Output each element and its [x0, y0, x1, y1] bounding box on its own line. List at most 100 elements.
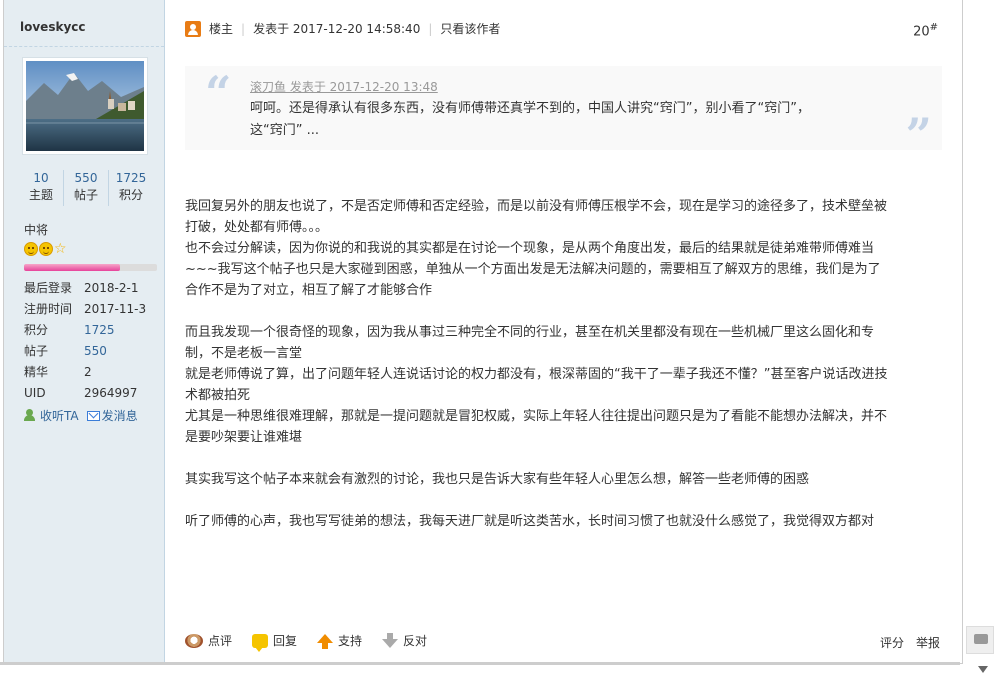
user-actions: 收听TA 发消息 — [24, 407, 138, 424]
separator: | — [428, 21, 433, 36]
divider — [0, 662, 960, 665]
comment-button[interactable]: 点评 — [185, 632, 232, 649]
author-only-link[interactable]: 只看该作者 — [440, 20, 500, 37]
quote-line: 呵呵。还是得承认有很多东西，没有师傅带还真学不到的，中国人讲究“窍门”，别小看了… — [250, 101, 810, 116]
info-value: 2018-2-1 — [84, 281, 139, 295]
post-content: 楼主 | 发表于 2017-12-20 14:58:40 | 只看该作者 20#… — [165, 0, 962, 662]
add-friend-icon — [24, 409, 38, 422]
quote-line: 这“窍门” ... — [250, 123, 319, 138]
info-value: 2964997 — [84, 386, 138, 400]
user-rank: 中将 — [24, 223, 49, 237]
info-value[interactable]: 550 — [84, 342, 107, 363]
stat-label: 积分 — [118, 188, 143, 202]
info-key: 注册时间 — [24, 302, 73, 316]
follow-label: 收听TA — [40, 409, 79, 423]
separator: | — [241, 21, 246, 36]
coffee-cup-icon — [185, 633, 203, 648]
post-admin-actions: 评分 举报 — [880, 634, 940, 651]
smiley-icon — [24, 242, 38, 256]
floor-number[interactable]: 20# — [913, 22, 938, 39]
quick-reply-icon[interactable] — [966, 626, 994, 654]
stat-label: 主题 — [28, 188, 53, 202]
post-body: 我回复另外的朋友也说了，不是否定师傅和否定经验，而是以前没有师傅压根学不会，现在… — [185, 196, 925, 532]
quote-block: “ 滚刀鱼 发表于 2017-12-20 13:48 呵呵。还是得承认有很多东西… — [185, 66, 942, 158]
info-key: 精华 — [24, 365, 49, 379]
avatar[interactable] — [22, 57, 148, 155]
stat-posts[interactable]: 550 帖子 — [64, 170, 109, 206]
user-sidebar: loveskycc 10 主题 550 帖子 1725 积分 中将 ☆ 最后登录… — [4, 0, 165, 662]
stat-value: 10 — [33, 171, 49, 185]
body-line: 制，不是老板一言堂 — [185, 346, 303, 361]
body-line: 打破，处处都有师傅。。。 — [185, 220, 329, 235]
body-line: 其实我写这个帖子本来就会有激烈的讨论，我也只是告诉大家有些年轻人心里怎么想，解答… — [185, 472, 810, 487]
stat-topics[interactable]: 10 主题 — [19, 170, 64, 206]
reply-label: 回复 — [273, 634, 298, 648]
body-line: 听了师傅的心声，我也写写徒弟的想法，我每天进厂就是听这类苦水，长时间习惯了也就没… — [185, 514, 875, 529]
speech-bubble-icon — [252, 633, 269, 652]
stat-value: 1725 — [115, 171, 147, 185]
post-header: 楼主 | 发表于 2017-12-20 14:58:40 | 只看该作者 — [185, 20, 500, 37]
follow-button[interactable]: 收听TA — [24, 407, 79, 424]
smiley-icon — [39, 242, 53, 256]
info-value: 2 — [84, 365, 92, 379]
star-icon: ☆ — [54, 241, 67, 257]
arrow-up-icon — [317, 634, 334, 649]
body-line: ~~~我写这个帖子也只是大家碰到困惑，单独从一个方面出发是无法解决问题的，需要相… — [185, 262, 881, 277]
quote-text: 呵呵。还是得承认有很多东西，没有师傅带还真学不到的，中国人讲究“窍门”，别小看了… — [250, 98, 870, 142]
body-line: 术都被拍死 — [185, 388, 251, 403]
quote-source-link[interactable]: 滚刀鱼 发表于 2017-12-20 13:48 — [250, 78, 438, 95]
stat-credits[interactable]: 1725 积分 — [109, 170, 153, 206]
info-row: 积分 1725 — [24, 321, 146, 342]
owner-label: 楼主 — [209, 22, 234, 36]
stat-label: 帖子 — [73, 188, 98, 202]
info-row: 帖子 550 — [24, 342, 146, 363]
post-actions: 点评 回复 支持 反对 — [185, 632, 427, 652]
message-button[interactable]: 发消息 — [86, 407, 138, 424]
floor-value: 20 — [913, 24, 930, 40]
scroll-down-icon[interactable] — [978, 666, 988, 673]
quote-close-icon: ” — [905, 108, 932, 162]
body-line: 就是老师傅说了算，出了问题年轻人连说话讨论的权力都没有，根深蒂固的“我干了一辈子… — [185, 367, 888, 382]
support-label: 支持 — [338, 634, 363, 648]
rank-progress-bar — [24, 264, 157, 271]
user-stats: 10 主题 550 帖子 1725 积分 — [19, 170, 153, 206]
info-row: 精华 2 — [24, 363, 146, 384]
info-row: UID 2964997 — [24, 384, 146, 405]
info-key: UID — [24, 386, 46, 400]
body-line: 我回复另外的朋友也说了，不是否定师傅和否定经验，而是以前没有师傅压根学不会，现在… — [185, 199, 888, 214]
message-label: 发消息 — [101, 409, 138, 423]
rank-progress-fill — [24, 264, 120, 271]
body-line: 而且我发现一个很奇怪的现象，因为我从事过三种完全不同的行业，甚至在机关里都没有现… — [185, 325, 875, 340]
oppose-label: 反对 — [403, 634, 428, 648]
comment-label: 点评 — [208, 634, 233, 648]
info-value: 2017-11-3 — [84, 302, 147, 316]
info-row: 最后登录 2018-2-1 — [24, 279, 146, 300]
body-line: 也不会过分解读，因为你说的和我说的其实都是在讨论一个现象，是从两个角度出发，最后… — [185, 241, 875, 256]
report-link[interactable]: 举报 — [916, 634, 940, 651]
body-line: 合作不是为了对立，相互了解了才能够合作 — [185, 283, 433, 298]
info-key: 帖子 — [24, 344, 49, 358]
owner-icon — [185, 20, 201, 37]
support-button[interactable]: 支持 — [317, 632, 362, 649]
quote-open-icon: “ — [205, 66, 232, 120]
stat-value: 550 — [74, 171, 98, 185]
info-value[interactable]: 1725 — [84, 321, 115, 342]
info-key: 最后登录 — [24, 281, 73, 295]
info-key: 积分 — [24, 323, 49, 337]
reply-button[interactable]: 回复 — [252, 632, 298, 652]
post-time: 发表于 2017-12-20 14:58:40 — [253, 22, 421, 36]
username[interactable]: loveskycc — [20, 20, 86, 34]
info-row: 注册时间 2017-11-3 — [24, 300, 146, 321]
floor-mark: # — [929, 22, 938, 33]
oppose-button[interactable]: 反对 — [382, 632, 427, 649]
rate-link[interactable]: 评分 — [880, 634, 904, 651]
side-toolbar — [964, 626, 994, 674]
divider — [4, 46, 164, 47]
post-container: loveskycc 10 主题 550 帖子 1725 积分 中将 ☆ 最后登录… — [3, 0, 963, 664]
body-line: 是要吵架要让谁难堪 — [185, 430, 303, 445]
envelope-icon — [86, 410, 100, 421]
user-info: 最后登录 2018-2-1 注册时间 2017-11-3 积分 1725 帖子 550 … — [24, 279, 146, 405]
